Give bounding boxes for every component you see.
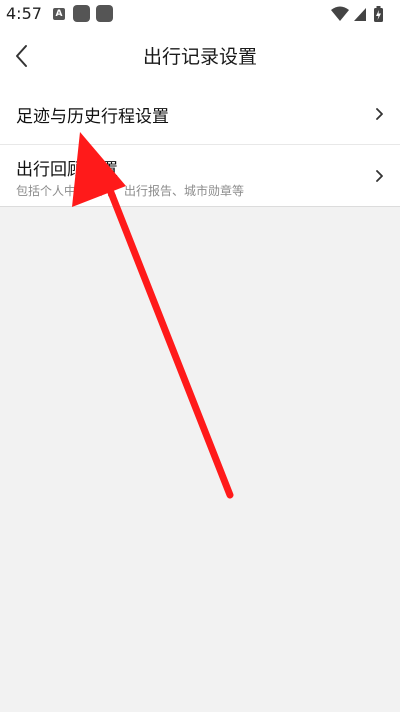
setting-title: 出行回顾设置 — [16, 160, 118, 180]
setting-subtitle: 包括个人中心卡片、出行报告、城市勋章等 — [16, 184, 245, 198]
footprint-history-setting-row[interactable]: 足迹与历史行程设置 — [0, 84, 400, 145]
setting-title: 足迹与历史行程设置 — [16, 107, 169, 127]
settings-list: 足迹与历史行程设置 出行回顾设置 包括个人中心卡片、出行报告、城市勋章等 — [0, 84, 400, 207]
status-indicators — [330, 5, 386, 23]
chevron-right-icon — [376, 170, 383, 182]
chevron-right-icon — [376, 108, 383, 120]
app-header: 出行记录设置 — [0, 28, 400, 84]
trip-review-setting-row[interactable]: 出行回顾设置 包括个人中心卡片、出行报告、城市勋章等 — [0, 145, 400, 207]
app-square-icon — [96, 5, 113, 22]
battery-charging-icon — [374, 6, 383, 22]
wifi-icon — [331, 6, 349, 21]
cellular-signal-icon — [354, 8, 366, 21]
app-square-icon — [73, 5, 90, 22]
arrow-shaft — [106, 186, 234, 499]
status-time: 4:57 — [6, 4, 42, 23]
notification-a-icon: A — [53, 8, 65, 20]
page-title: 出行记录设置 — [142, 46, 257, 68]
status-bar: 4:57 A — [0, 0, 400, 28]
